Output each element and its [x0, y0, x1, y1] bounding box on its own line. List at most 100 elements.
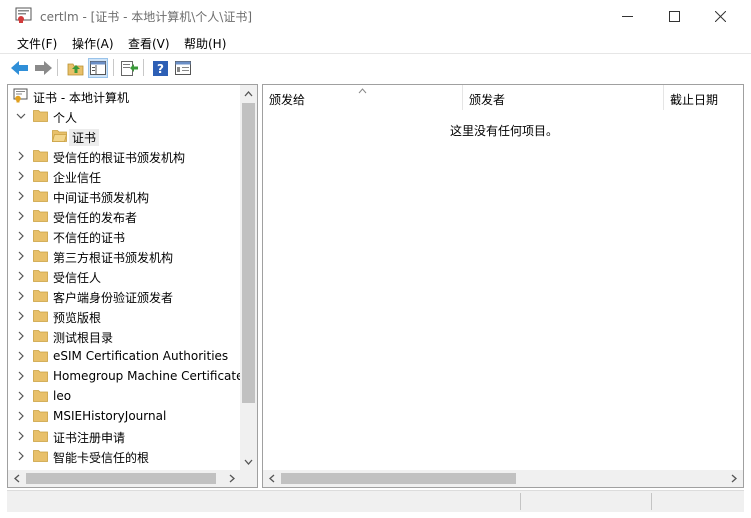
- folder-icon: [51, 129, 68, 142]
- tree-root[interactable]: 证书 - 本地计算机: [8, 86, 240, 106]
- chevron-right-icon[interactable]: [15, 190, 27, 202]
- tree-vertical-scrollbar[interactable]: [240, 85, 257, 470]
- title-bar: certlm - [证书 - 本地计算机\个人\证书]: [0, 0, 751, 32]
- forward-icon: [35, 61, 52, 75]
- certificate-app-icon: [15, 7, 32, 24]
- chevron-right-icon[interactable]: [15, 230, 27, 242]
- show-hide-console-tree-button[interactable]: [88, 58, 108, 78]
- back-button[interactable]: [10, 58, 30, 78]
- tree-item[interactable]: eSIM Certification Authorities: [8, 346, 240, 366]
- menu-help[interactable]: 帮助(H): [184, 35, 226, 52]
- tree-item-selected[interactable]: 证书: [8, 126, 240, 146]
- chevron-right-icon[interactable]: [15, 330, 27, 342]
- folder-icon: [33, 349, 48, 362]
- chevron-right-icon[interactable]: [15, 310, 27, 322]
- tree-item[interactable]: leo: [8, 386, 240, 406]
- toolbar: ?: [0, 54, 751, 81]
- menu-view[interactable]: 查看(V): [128, 35, 170, 52]
- tree-item[interactable]: 智能卡受信任的根: [8, 446, 240, 466]
- folder-icon: [33, 209, 48, 222]
- chevron-right-icon[interactable]: [15, 450, 27, 462]
- chevron-right-icon[interactable]: [15, 250, 27, 262]
- help-button[interactable]: ?: [150, 58, 170, 78]
- chevron-right-icon[interactable]: [15, 430, 27, 442]
- properties-icon: [175, 61, 191, 75]
- tree-item[interactable]: 不信任的证书: [8, 226, 240, 246]
- tree-item-label: Homegroup Machine Certificates: [53, 369, 250, 383]
- scroll-right-arrow[interactable]: [725, 470, 742, 487]
- tree-item-label: 中间证书颁发机构: [53, 191, 150, 205]
- tree-item[interactable]: 受信任的根证书颁发机构: [8, 146, 240, 166]
- back-icon: [11, 61, 28, 75]
- empty-list-message: 这里没有任何项目。: [449, 124, 558, 138]
- folder-icon: [33, 329, 48, 342]
- scroll-right-arrow[interactable]: [223, 470, 240, 487]
- tree-item-label: 证书注册申请: [53, 431, 126, 445]
- scrollbar-corner: [240, 470, 257, 487]
- chevron-down-icon: [244, 459, 253, 465]
- forward-button[interactable]: [33, 58, 53, 78]
- folder-icon: [33, 269, 48, 282]
- tree-item-label: 受信任的根证书颁发机构: [53, 151, 186, 165]
- chevron-right-icon[interactable]: [15, 150, 27, 162]
- chevron-right-icon[interactable]: [15, 350, 27, 362]
- chevron-right-icon[interactable]: [15, 370, 27, 382]
- chevron-right-icon[interactable]: [15, 210, 27, 222]
- properties-button[interactable]: [173, 58, 193, 78]
- chevron-down-icon[interactable]: [15, 110, 27, 122]
- svg-text:?: ?: [157, 62, 164, 76]
- maximize-button[interactable]: [651, 0, 697, 32]
- export-list-icon: [120, 60, 138, 76]
- scroll-thumb[interactable]: [26, 473, 216, 484]
- tree-item[interactable]: 第三方根证书颁发机构: [8, 246, 240, 266]
- tree-item[interactable]: 受信任的发布者: [8, 206, 240, 226]
- column-header-issued-by[interactable]: 颁发者: [463, 85, 664, 110]
- chevron-right-icon[interactable]: [15, 270, 27, 282]
- folder-icon: [33, 169, 48, 182]
- tree-item[interactable]: 个人: [8, 106, 240, 126]
- results-list[interactable]: 颁发给 颁发者 截止日期 这里没有任何项目。: [262, 84, 744, 488]
- folder-icon: [33, 429, 48, 442]
- tree-item[interactable]: 中间证书颁发机构: [8, 186, 240, 206]
- scroll-thumb[interactable]: [281, 473, 516, 484]
- chevron-up-icon: [244, 90, 253, 96]
- tree-item[interactable]: 受信任人: [8, 266, 240, 286]
- tree-item[interactable]: 预览版根: [8, 306, 240, 326]
- export-list-button[interactable]: [119, 58, 139, 78]
- tree-item-label: 证书: [69, 129, 100, 146]
- scroll-up-arrow[interactable]: [240, 85, 257, 102]
- tree-item[interactable]: 证书注册申请: [8, 426, 240, 446]
- list-horizontal-scrollbar[interactable]: [263, 470, 743, 487]
- maximize-icon: [668, 10, 680, 22]
- console-tree[interactable]: 证书 - 本地计算机 个人 证书 受信任的根证书颁发机构 企业信任 中间证书颁发机构 受信…: [7, 84, 258, 488]
- tree-item[interactable]: 客户端身份验证颁发者: [8, 286, 240, 306]
- tree-item-label: 预览版根: [53, 311, 102, 325]
- tree-item[interactable]: 企业信任: [8, 166, 240, 186]
- folder-icon: [33, 229, 48, 242]
- tree-item-label: MSIEHistoryJournal: [53, 409, 167, 423]
- close-button[interactable]: [697, 0, 743, 32]
- chevron-right-icon[interactable]: [15, 390, 27, 402]
- chevron-right-icon: [229, 474, 235, 483]
- folder-icon: [33, 249, 48, 262]
- tree-item[interactable]: MSIEHistoryJournal: [8, 406, 240, 426]
- scroll-thumb[interactable]: [242, 103, 255, 403]
- minimize-button[interactable]: [604, 0, 650, 32]
- chevron-right-icon[interactable]: [15, 170, 27, 182]
- tree-item[interactable]: 测试根目录: [8, 326, 240, 346]
- status-separator: [651, 493, 652, 510]
- up-folder-button[interactable]: [65, 58, 85, 78]
- scroll-left-arrow[interactable]: [263, 470, 280, 487]
- window-title: certlm - [证书 - 本地计算机\个人\证书]: [40, 10, 253, 24]
- column-header-expiration-date[interactable]: 截止日期: [664, 85, 743, 110]
- tree-item[interactable]: Homegroup Machine Certificates: [8, 366, 250, 386]
- chevron-right-icon[interactable]: [15, 410, 27, 422]
- menu-file[interactable]: 文件(F): [17, 35, 57, 52]
- menu-action[interactable]: 操作(A): [72, 35, 114, 52]
- scroll-down-arrow[interactable]: [240, 453, 257, 470]
- chevron-right-icon[interactable]: [15, 290, 27, 302]
- scroll-left-arrow[interactable]: [8, 470, 25, 487]
- tree-horizontal-scrollbar[interactable]: [8, 470, 240, 487]
- sort-ascending-icon: [358, 85, 367, 97]
- column-header-issued-to[interactable]: 颁发给: [263, 85, 463, 110]
